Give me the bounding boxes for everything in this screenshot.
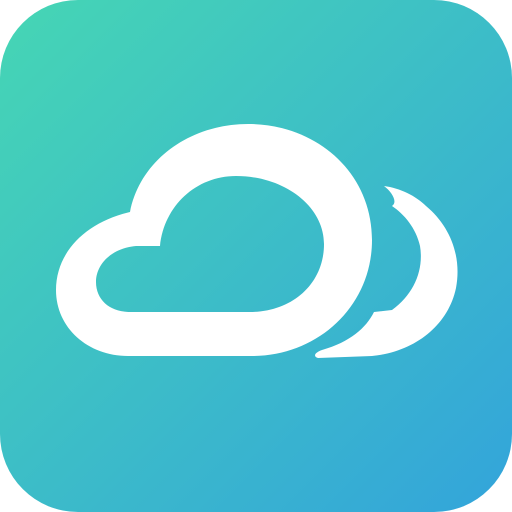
app-icon-graphic (0, 0, 512, 512)
app-icon[interactable] (0, 0, 512, 512)
